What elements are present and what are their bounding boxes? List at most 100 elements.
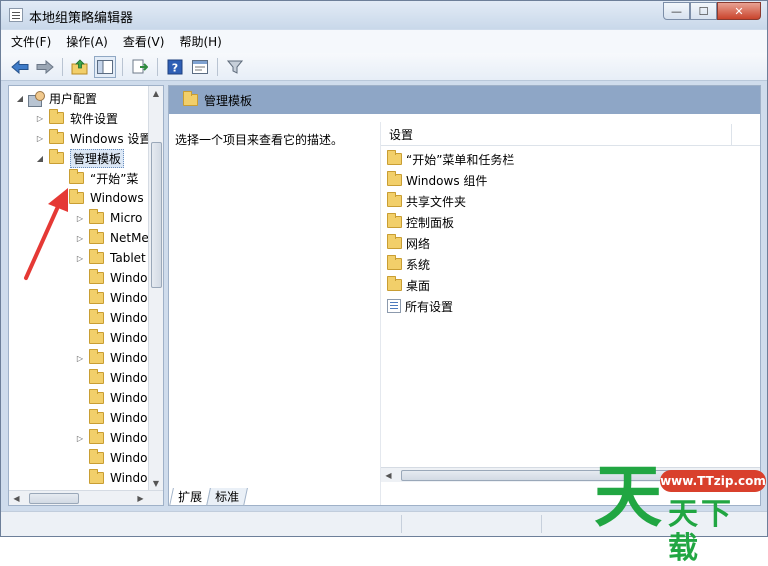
folder-icon [89,269,104,284]
status-separator [541,515,542,533]
expand-arrow-icon[interactable]: ▷ [75,354,85,363]
folder-icon [89,249,104,264]
settings-list-item[interactable]: 系统 [385,254,430,274]
tab-extended[interactable]: 扩展 [169,488,211,506]
tree-item[interactable]: Windo [75,468,148,488]
tree-pane[interactable]: ◢用户配置▷软件设置▷Windows 设置◢管理模板“开始”菜◢Windows▷… [8,85,164,506]
tree-item-label: “开始”菜 [90,171,139,186]
watermark-big-char: 天 [594,458,663,537]
tree-item[interactable]: ▷ NetMe [75,228,149,248]
view-tabs: 扩展 标准 [169,488,248,506]
tree-item[interactable]: Windo [75,448,148,468]
tree-item-label: Windo [110,291,148,305]
tree-item[interactable]: Windo [75,408,148,428]
up-folder-icon[interactable] [69,56,91,78]
folder-icon [387,234,402,249]
tab-standard[interactable]: 标准 [206,488,248,506]
settings-list-item[interactable]: Windows 组件 [385,170,487,190]
tree-item[interactable]: ▷ Windo [75,428,148,448]
tree-item-label: Tablet [110,251,146,265]
toolbar-separator [62,57,63,76]
tree-item[interactable]: ◢ 用户配置 [15,88,97,108]
tree-item[interactable]: Windo [75,268,148,288]
tab-standard-label: 标准 [215,490,240,504]
window-title: 本地组策略编辑器 [29,11,134,26]
tree-item-label: Windo [110,351,148,365]
filter-icon[interactable] [224,56,246,78]
scroll-left-arrow-icon[interactable]: ◀ [9,491,24,505]
menu-bar: 文件(F) 操作(A) 查看(V) 帮助(H) [1,30,767,53]
tree-item-label: 用户配置 [49,91,98,106]
expand-arrow-icon[interactable]: ▷ [35,114,45,123]
properties-icon[interactable] [189,56,211,78]
folder-icon [49,109,64,124]
export-list-icon[interactable] [129,56,151,78]
settings-list-item[interactable]: “开始”菜单和任务栏 [385,149,514,169]
description-text: 选择一个项目来查看它的描述。 [175,133,344,147]
folder-icon [89,469,104,484]
scroll-thumb[interactable] [151,142,162,288]
collapse-arrow-icon[interactable]: ◢ [35,154,45,163]
settings-list-item[interactable]: 控制面板 [385,212,454,232]
settings-list-item-label: “开始”菜单和任务栏 [406,152,515,167]
tree-item[interactable]: Windo [75,308,148,328]
title-bar[interactable]: 本地组策略编辑器 — ☐ ✕ [1,1,767,29]
settings-list-item-label: 所有设置 [405,299,454,314]
toolbar-separator [217,57,218,76]
tree-item-label: Micro [110,211,143,225]
expand-arrow-icon[interactable]: ▷ [35,134,45,143]
details-header-title: 管理模板 [204,93,253,108]
scroll-right-arrow-icon[interactable]: ▶ [133,491,148,505]
menu-help[interactable]: 帮助(H) [179,33,221,50]
minimize-button[interactable]: — [663,2,690,20]
tree-item-label: Windows 设置 [70,131,152,146]
menu-file[interactable]: 文件(F) [11,33,51,50]
tree-item[interactable]: ▷ Micro [75,208,142,228]
forward-icon[interactable] [34,56,56,78]
scroll-thumb-horizontal[interactable] [29,493,79,504]
folder-icon [89,349,104,364]
settings-list-item-label: 桌面 [406,278,431,293]
menu-view[interactable]: 查看(V) [123,33,165,50]
tree-item[interactable]: Windo [75,328,148,348]
settings-list-item[interactable]: 桌面 [385,275,430,295]
collapse-arrow-icon[interactable]: ◢ [15,94,25,103]
tree-item[interactable]: ▷ Tablet [75,248,146,268]
tree-horizontal-scrollbar[interactable]: ◀ ▶ [9,490,163,505]
tree-item[interactable]: ▷ Windo [75,348,148,368]
tree-item-label: Windo [110,331,148,345]
settings-list-item-label: 系统 [406,257,431,272]
back-icon[interactable] [9,56,31,78]
tree-item[interactable]: ▷ 软件设置 [35,108,118,128]
column-header-settings[interactable]: 设置 [381,124,760,146]
tab-extended-label: 扩展 [178,490,203,504]
maximize-button[interactable]: ☐ [690,2,717,20]
tree-vertical-scrollbar[interactable]: ▲ ▼ [148,86,163,491]
tree-item-label: Windo [110,471,148,485]
tree-item[interactable]: “开始”菜 [55,168,138,188]
tree-item[interactable]: ◢ 管理模板 [35,148,125,168]
folder-icon [89,309,104,324]
help-icon[interactable]: ? [164,56,186,78]
expand-arrow-icon[interactable]: ▷ [75,434,85,443]
tree-item[interactable]: ▷ Windows 设置 [35,128,151,148]
folder-icon [49,149,64,164]
status-separator [401,515,402,533]
tree-item[interactable]: Windo [75,288,148,308]
settings-list-item[interactable]: 网络 [385,233,430,253]
toolbar: ? [1,53,767,81]
show-hide-tree-icon[interactable] [94,55,116,78]
all-settings-icon [387,299,401,313]
scroll-left-arrow-icon[interactable]: ◀ [381,468,396,483]
site-watermark: 天 www.TTzip.com 天下载 [590,458,766,566]
menu-action[interactable]: 操作(A) [66,33,108,50]
close-button[interactable]: ✕ [717,2,761,20]
tree-item[interactable]: Windo [75,388,148,408]
tree-item[interactable]: Windo [75,368,148,388]
folder-icon [89,449,104,464]
scroll-down-arrow-icon[interactable]: ▼ [149,476,163,491]
settings-list-item[interactable]: 共享文件夹 [385,191,466,211]
scroll-up-arrow-icon[interactable]: ▲ [149,86,163,101]
settings-list-item[interactable]: 所有设置 [385,296,453,316]
watermark-url: www.TTzip.com [660,470,766,492]
